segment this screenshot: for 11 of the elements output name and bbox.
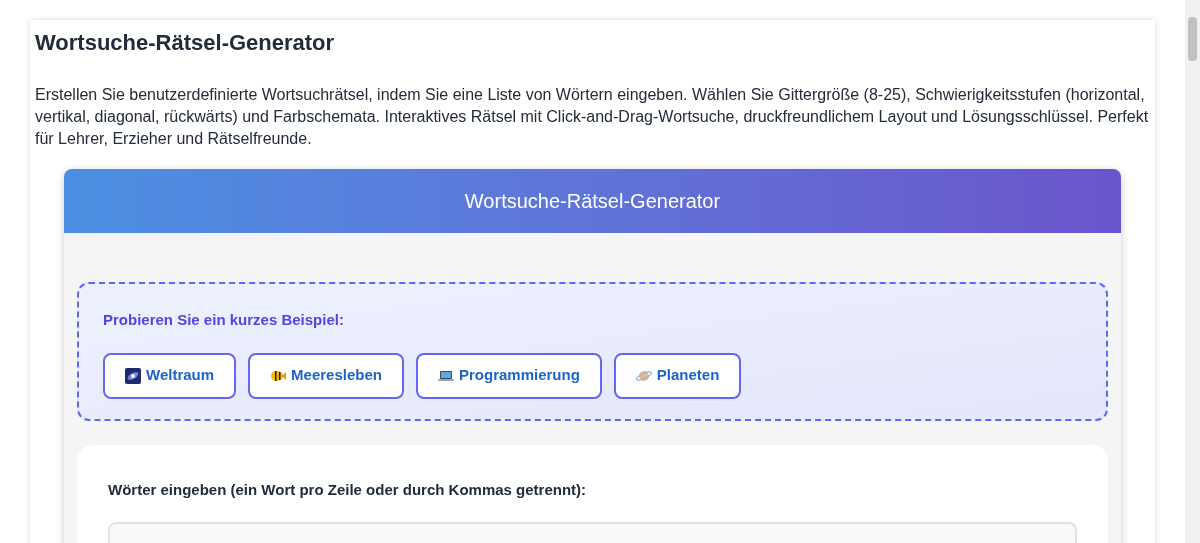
example-button[interactable]: Weltraum (103, 352, 237, 399)
page-description: Erstellen Sie benutzerdefinierte Wortsuchrätsel, indem Sie eine Liste von Wörtern eingeben. Wählen Sie Gittergröße (8-25), Schwierigkeitsstufen (horizontal, vertikal, diagonal, rückwärts) und Farbschemata. Interaktives Rätsel mit Click-and-Drag-Wortsuche, druckfreundlichem Layout und Lösungsschlüssel. Perfekt für Lehrer, Erzieher und Rätselfreunde. (35, 85, 1150, 149)
words-label: Wörter eingeben (ein Wort pro Zeile oder durch Kommas getrennt): (108, 480, 588, 500)
example-label: Probieren Sie ein kurzes Beispiel: (103, 310, 345, 330)
scrollbar-thumb[interactable] (1188, 17, 1197, 61)
example-button[interactable]: Planeten (613, 352, 742, 399)
app-title: Wortsuche-Rätsel-Generator (464, 189, 721, 214)
galaxy-icon (125, 367, 141, 384)
page-title: Wortsuche-Rätsel-Generator (35, 30, 336, 56)
example-button[interactable]: Meeresleben (248, 352, 404, 399)
example-button[interactable]: Programmierung (415, 352, 602, 399)
